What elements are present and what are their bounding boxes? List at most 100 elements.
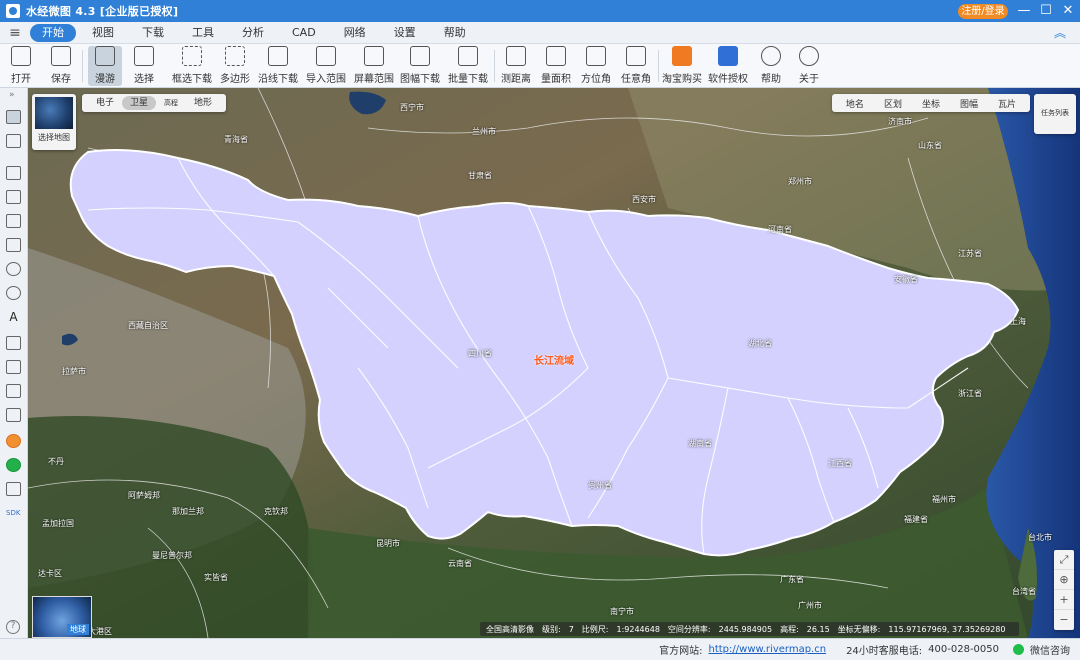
save-button[interactable]: 保存	[46, 46, 76, 86]
overlay-tiles[interactable]: 瓦片	[988, 97, 1026, 110]
menu-analysis[interactable]: 分析	[230, 24, 276, 42]
place-label: 阿萨姆邦	[128, 491, 160, 500]
place-label: 贵州省	[588, 481, 612, 490]
angle-button[interactable]: 任意角	[618, 46, 654, 86]
basemap-switcher[interactable]: 选择地图	[32, 94, 76, 150]
place-label: 达卡区	[38, 569, 62, 578]
azimuth-icon[interactable]	[6, 384, 21, 398]
place-label: 台北市	[1028, 533, 1052, 542]
rectangle-icon[interactable]	[6, 238, 21, 252]
collapse-ribbon-icon[interactable]: ︽	[1054, 24, 1066, 41]
wechat-icon[interactable]	[1013, 644, 1024, 655]
batch-download-button[interactable]: 批量下载	[446, 46, 490, 86]
menu-help[interactable]: 帮助	[432, 24, 478, 42]
place-label: 西藏自治区	[128, 321, 168, 330]
measure-area-button[interactable]: 量面积	[538, 46, 574, 86]
area-icon	[546, 46, 566, 66]
overlay-boundaries[interactable]: 区划	[874, 97, 912, 110]
select-icon[interactable]	[6, 134, 21, 148]
polygon-icon[interactable]	[6, 214, 21, 228]
menu-cad[interactable]: CAD	[280, 24, 328, 42]
task-list-button[interactable]: 任务列表	[1034, 94, 1076, 134]
polygon-button[interactable]: 多边形	[218, 46, 252, 86]
basemap-thumbnail	[35, 97, 73, 129]
hand-icon	[95, 46, 115, 66]
layer-icon[interactable]	[6, 434, 21, 448]
locate-icon[interactable]: ⊕	[1054, 570, 1074, 590]
maximize-icon[interactable]: ☐	[1034, 0, 1058, 22]
login-button[interactable]: 注册/登录	[958, 4, 1008, 19]
place-label: 云南省	[448, 559, 472, 568]
site-link[interactable]: http://www.rivermap.cn	[709, 644, 827, 655]
license-button[interactable]: 软件授权	[708, 46, 748, 86]
map-type-elevation[interactable]: 高程	[156, 96, 186, 110]
help-circle-icon[interactable]: ?	[6, 620, 20, 634]
screen-range-button[interactable]: 屏幕范围	[352, 46, 396, 86]
overlay-toggles: 地名 区划 坐标 图幅 瓦片	[831, 94, 1030, 112]
place-label: 实皆省	[204, 573, 228, 582]
ruler-icon[interactable]	[6, 336, 21, 350]
map-type-terrain[interactable]: 地形	[186, 96, 220, 110]
close-icon[interactable]: ✕	[1056, 0, 1080, 22]
line-icon[interactable]	[6, 190, 21, 204]
measure-distance-button[interactable]: 测距离	[498, 46, 534, 86]
help-icon	[761, 46, 781, 66]
sdk-icon[interactable]: SDK	[6, 506, 21, 520]
resolution-value: 2445.984905	[718, 624, 773, 634]
angle-icon[interactable]	[6, 408, 21, 422]
device-icon[interactable]	[6, 482, 21, 496]
map-type-satellite[interactable]: 卫星	[122, 96, 157, 110]
ruler-icon	[506, 46, 526, 66]
menu-start[interactable]: 开始	[30, 23, 76, 42]
zoom-in-button[interactable]: +	[1054, 590, 1074, 610]
hamburger-menu-icon[interactable]: ≡	[0, 25, 30, 41]
open-button[interactable]: 打开	[6, 46, 36, 86]
menu-view[interactable]: 视图	[80, 24, 126, 42]
about-button[interactable]: 关于	[794, 46, 824, 86]
circle-icon[interactable]	[6, 262, 21, 276]
expand-panel-icon[interactable]: »	[9, 90, 15, 100]
minimize-icon[interactable]: —	[1012, 0, 1036, 22]
wechat-label[interactable]: 微信咨询	[1030, 642, 1070, 657]
menu-tools[interactable]: 工具	[180, 24, 226, 42]
title-bar: 水经微图 4.3 [企业版已授权] 注册/登录 — ☐ ✕	[0, 0, 1080, 22]
site-label: 官方网站:	[659, 646, 703, 657]
map-canvas[interactable]: 西宁市 青海省 兰州市 西安市 河南省 郑州市 济南市 山东省 甘肃省 四川省 …	[28, 88, 1080, 638]
box-download-button[interactable]: 框选下载	[170, 46, 214, 86]
grid-icon	[410, 46, 430, 66]
polygon-icon	[225, 46, 245, 66]
check-icon[interactable]	[6, 458, 21, 472]
sheet-download-button[interactable]: 图幅下载	[398, 46, 442, 86]
place-label: 四川省	[468, 349, 492, 358]
polyline-download-button[interactable]: 沿线下载	[258, 46, 298, 86]
azimuth-button[interactable]: 方位角	[578, 46, 614, 86]
overlay-sheets[interactable]: 图幅	[950, 97, 988, 110]
menu-download[interactable]: 下载	[130, 24, 176, 42]
pan-button[interactable]: 漫游	[88, 46, 122, 86]
zoom-out-button[interactable]: −	[1054, 610, 1074, 630]
help-button[interactable]: 帮助	[756, 46, 786, 86]
box-select-icon	[182, 46, 202, 66]
area-icon[interactable]	[6, 360, 21, 374]
scale-value: 1:9244648	[616, 624, 660, 634]
import-range-button[interactable]: 导入范围	[304, 46, 348, 86]
taobao-buy-button[interactable]: 淘宝购买	[662, 46, 702, 86]
map-type-vector[interactable]: 电子	[88, 96, 122, 110]
menu-settings[interactable]: 设置	[382, 24, 428, 42]
pan-icon[interactable]	[6, 110, 21, 124]
fullscreen-icon[interactable]: ⤢	[1054, 550, 1074, 570]
hotline-number: 400-028-0050	[928, 644, 999, 655]
overlay-placenames[interactable]: 地名	[836, 97, 874, 110]
place-label: 那加兰邦	[172, 507, 204, 516]
place-label: 江西省	[828, 459, 852, 468]
sector-icon[interactable]	[6, 286, 21, 300]
point-icon[interactable]	[6, 166, 21, 180]
text-label-icon[interactable]: A	[6, 310, 21, 324]
toolbar-divider	[658, 50, 659, 82]
overlay-coordinates[interactable]: 坐标	[912, 97, 950, 110]
select-button[interactable]: 选择	[128, 46, 160, 86]
place-label: 广州市	[798, 601, 822, 610]
about-icon	[799, 46, 819, 66]
globe-view-button[interactable]: 地球	[32, 596, 92, 638]
menu-network[interactable]: 网络	[332, 24, 378, 42]
